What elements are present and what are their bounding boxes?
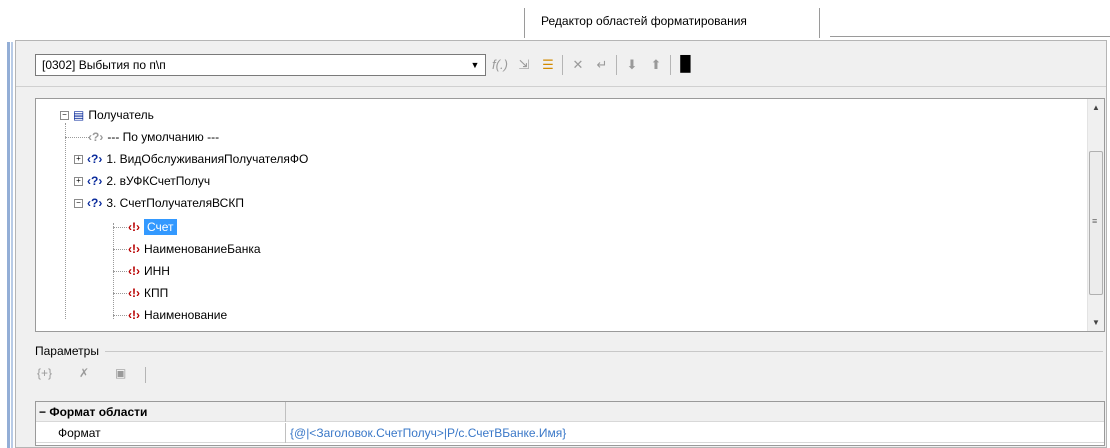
- tree-item-label: 3. СчетПолучателяВСКП: [106, 196, 244, 210]
- question-icon: ‹?›: [87, 152, 103, 166]
- tree-line: [65, 137, 89, 138]
- scroll-up-icon[interactable]: ▲: [1088, 99, 1104, 116]
- tree-child[interactable]: ‹!› ИНН: [128, 261, 170, 281]
- collapse-icon[interactable]: −: [60, 111, 69, 121]
- field-icon: ‹!›: [128, 264, 140, 278]
- formula-icon[interactable]: f(.): [490, 54, 510, 76]
- tree-scrollbar[interactable]: ▲ ≡ ▼: [1087, 99, 1104, 331]
- tree-child-label: Счет: [144, 219, 177, 235]
- tree-item[interactable]: + ‹?› 1. ВидОбслуживанияПолучателяФО: [74, 149, 308, 169]
- field-icon: ‹!›: [128, 220, 140, 234]
- tree-line: [113, 293, 127, 294]
- grid-row-format[interactable]: Формат {@|<Заголовок.СчетПолуч>|Р/с.Счет…: [36, 423, 1104, 443]
- tab-label: Редактор областей форматирования: [541, 14, 747, 28]
- scroll-thumb[interactable]: ≡: [1089, 151, 1103, 295]
- tree-child-label: ИНН: [144, 264, 170, 278]
- tree-child-label: НаименованиеБанка: [144, 242, 261, 256]
- tree-child-label: Наименование: [144, 308, 228, 322]
- area-select-value: [0302] Выбытия по п\п: [42, 58, 166, 72]
- field-icon: ‹!›: [128, 286, 140, 300]
- list-glyph: ☰: [542, 57, 554, 72]
- param-field-icon[interactable]: ▣: [115, 366, 126, 380]
- toolbar-separator: [670, 55, 671, 75]
- tree-child-label: КПП: [144, 286, 169, 300]
- move-up-icon[interactable]: ⬆: [646, 54, 666, 76]
- chevron-down-icon[interactable]: ▼: [468, 57, 482, 73]
- tree-item-default[interactable]: ‹?› --- По умолчанию ---: [88, 127, 219, 147]
- tree-view[interactable]: − ▤ Получатель ‹?› --- По умолчанию --- + ‹?…: [35, 98, 1105, 332]
- params-group: Параметры {+} ✗ ▣ − Формат области Форма…: [35, 338, 1105, 448]
- tab-strip: Редактор областей форматирования: [0, 0, 1110, 42]
- question-icon: ‹?›: [88, 130, 104, 144]
- tree-child-selected[interactable]: ‹!› Счет: [128, 217, 177, 237]
- editor-panel: [0302] Выбытия по п\п ▼ f(.) ⇲ ☰ ✕ ↵ ⬇ ⬆…: [15, 40, 1107, 448]
- scroll-down-icon[interactable]: ▼: [1088, 314, 1104, 331]
- delete-rows-icon[interactable]: ✕: [568, 54, 588, 76]
- insert-rows-icon[interactable]: ↵: [592, 54, 612, 76]
- collapse-icon[interactable]: −: [74, 199, 83, 209]
- save-icon[interactable]: ▉: [676, 54, 696, 76]
- tree-line: [113, 227, 127, 228]
- document-icon: ▤: [73, 108, 85, 122]
- property-grid: − Формат области Формат {@|<Заголовок.Сч…: [35, 401, 1105, 446]
- tree-item-label: 2. вУФКСчетПолуч: [106, 174, 211, 188]
- move-down-icon[interactable]: ⬇: [622, 54, 642, 76]
- grid-row-value[interactable]: {@|<Заголовок.СчетПолуч>|Р/с.СчетВБанке.…: [287, 423, 566, 443]
- tab-underline: [830, 36, 1110, 37]
- tree-root-label: Получатель: [88, 108, 154, 122]
- tree-child[interactable]: ‹!› КПП: [128, 283, 168, 303]
- tree-item-label: --- По умолчанию ---: [107, 130, 220, 144]
- toolbar-separator: [616, 55, 617, 75]
- tree-child[interactable]: ‹!› Наименование: [128, 305, 227, 325]
- grid-category-cell: − Формат области: [36, 402, 286, 422]
- grid-category-label: Формат области: [49, 405, 148, 419]
- grid-row-label: Формат: [36, 423, 286, 443]
- field-icon: ‹!›: [128, 242, 140, 256]
- grid-category[interactable]: − Формат области: [36, 402, 1104, 422]
- add-param-icon[interactable]: {+}: [37, 366, 52, 380]
- remove-param-icon[interactable]: ✗: [79, 366, 89, 380]
- expand-icon[interactable]: +: [74, 177, 83, 187]
- params-divider: [105, 351, 1103, 352]
- tree-line: [113, 249, 127, 250]
- question-icon: ‹?›: [87, 174, 103, 188]
- list-icon[interactable]: ☰: [538, 54, 558, 76]
- tab-edge: [819, 8, 831, 37]
- tree-item-label: 1. ВидОбслуживанияПолучателяФО: [106, 152, 309, 166]
- field-icon: ‹!›: [128, 308, 140, 322]
- tree-item[interactable]: − ‹?› 3. СчетПолучателяВСКП: [74, 193, 244, 213]
- params-toolbar-separator: [145, 367, 146, 383]
- pick-icon[interactable]: ⇲: [514, 54, 534, 76]
- collapse-icon[interactable]: −: [39, 405, 46, 419]
- left-edge: [7, 42, 13, 448]
- toolbar-separator: [562, 55, 563, 75]
- tree-line: [65, 123, 66, 319]
- tree-item[interactable]: + ‹?› 2. вУФКСчетПолуч: [74, 171, 210, 191]
- grip-icon: ≡: [1092, 216, 1098, 226]
- tree-root[interactable]: − ▤ Получатель: [60, 105, 154, 125]
- area-select[interactable]: [0302] Выбытия по п\п ▼: [35, 54, 486, 76]
- tree-child[interactable]: ‹!› НаименованиеБанка: [128, 239, 261, 259]
- question-icon: ‹?›: [87, 196, 103, 210]
- tree-content: − ▤ Получатель ‹?› --- По умолчанию --- + ‹?…: [36, 99, 1088, 331]
- tree-line: [113, 315, 127, 316]
- tree-line: [113, 271, 127, 272]
- tab-format-areas-editor[interactable]: Редактор областей форматирования: [524, 8, 820, 38]
- toolbar: [0302] Выбытия по п\п ▼ f(.) ⇲ ☰ ✕ ↵ ⬇ ⬆…: [16, 41, 1106, 87]
- expand-icon[interactable]: +: [74, 155, 83, 165]
- params-title: Параметры: [35, 344, 103, 358]
